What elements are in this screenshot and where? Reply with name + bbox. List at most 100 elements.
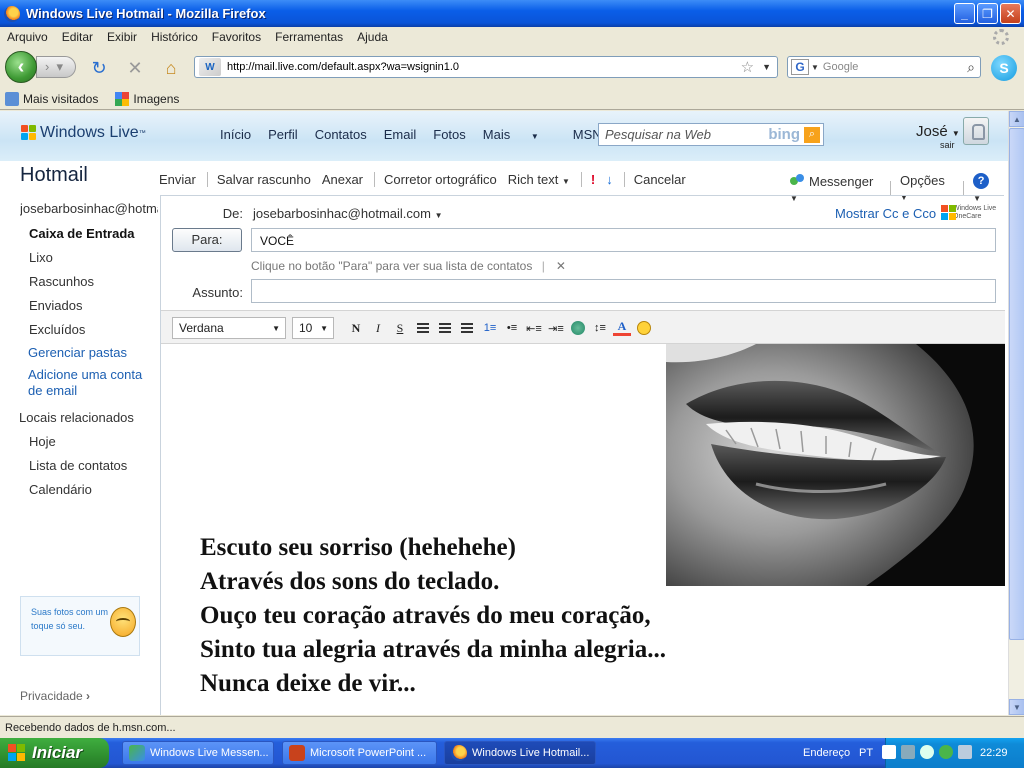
bookmark-star-icon[interactable]: ☆ [741, 58, 754, 76]
signout-link[interactable]: sair [940, 140, 955, 150]
hotmail-title[interactable]: Hotmail [20, 164, 88, 187]
save-draft-button[interactable]: Salvar rascunho [217, 172, 311, 187]
folder-rascunhos[interactable]: Rascunhos [29, 274, 94, 289]
search-go-icon[interactable]: ⌕ [804, 126, 820, 143]
account-email[interactable]: josebarbosinhac@hotmail.com [20, 201, 158, 216]
scroll-down-icon[interactable]: ▼ [1009, 699, 1024, 715]
task-powerpoint[interactable]: Microsoft PowerPoint ... [282, 741, 437, 765]
promo-banner[interactable]: Suas fotos com um toque só seu. [20, 596, 140, 656]
italic-button[interactable]: I [369, 320, 387, 336]
network-icon[interactable] [901, 745, 915, 759]
search-icon[interactable]: ⌕ [967, 59, 975, 76]
font-select[interactable]: Verdana ▼ [172, 317, 286, 339]
close-button[interactable]: ✕ [1000, 3, 1021, 24]
folder-lixo[interactable]: Lixo [29, 250, 53, 265]
back-button[interactable]: ‹ [5, 51, 37, 83]
related-calendar[interactable]: Calendário [29, 482, 92, 497]
site-identity-icon[interactable]: W [199, 58, 221, 76]
size-select[interactable]: 10 ▼ [292, 317, 334, 339]
stop-icon[interactable]: ✕ [124, 57, 146, 79]
user-menu[interactable]: José ▼ sair [916, 123, 960, 150]
nav-fotos[interactable]: Fotos [433, 127, 466, 142]
minimize-button[interactable]: _ [954, 3, 975, 24]
user-name[interactable]: José [916, 123, 948, 140]
search-input[interactable]: Google [823, 61, 967, 73]
scroll-up-icon[interactable]: ▲ [1009, 111, 1024, 127]
menu-historico[interactable]: Histórico [151, 30, 198, 44]
home-icon[interactable]: ⌂ [160, 57, 182, 79]
to-field[interactable]: VOCÊ [251, 228, 996, 252]
spellcheck-button[interactable]: Corretor ortográfico [384, 172, 497, 187]
bookmark-mais-visitados[interactable]: Mais visitados [5, 91, 98, 106]
send-button[interactable]: Enviar [159, 172, 196, 187]
line-height-icon[interactable]: ↕≡ [591, 320, 609, 336]
privacy-link[interactable]: Privacidade › [20, 689, 90, 703]
cancel-button[interactable]: Cancelar [634, 172, 686, 187]
bookmark-imagens[interactable]: Imagens [115, 91, 179, 106]
forward-button[interactable]: › ▾ [36, 56, 76, 78]
high-priority-icon[interactable]: ! [591, 172, 595, 187]
align-center-icon[interactable] [436, 320, 454, 336]
menu-arquivo[interactable]: Arquivo [7, 30, 48, 44]
nav-contatos[interactable]: Contatos [315, 127, 367, 142]
web-search-input[interactable]: Pesquisar na Web [599, 127, 768, 142]
address-toolbar[interactable]: Endereço [803, 747, 850, 759]
emoticon-icon[interactable] [635, 320, 653, 336]
chevron-left-icon[interactable] [920, 745, 934, 759]
maximize-button[interactable]: ❐ [977, 3, 998, 24]
url-bar[interactable]: W http://mail.live.com/default.aspx?wa=w… [194, 56, 778, 78]
rich-text-dropdown[interactable]: Rich text ▼ [508, 172, 570, 187]
nav-perfil[interactable]: Perfil [268, 127, 298, 142]
attach-button[interactable]: Anexar [322, 172, 363, 187]
message-body[interactable]: Escuto seu sorriso (hehehehe) Através do… [161, 344, 1005, 715]
volume-icon[interactable] [958, 745, 972, 759]
close-icon[interactable]: ✕ [556, 259, 566, 273]
help-icon[interactable] [882, 745, 896, 759]
indent-icon[interactable]: ⇥≡ [547, 320, 565, 336]
menu-ferramentas[interactable]: Ferramentas [275, 30, 343, 44]
reload-icon[interactable]: ↻ [88, 57, 110, 79]
scroll-thumb[interactable] [1009, 128, 1024, 640]
related-hoje[interactable]: Hoje [29, 434, 56, 449]
url-dropdown-icon[interactable]: ▼ [762, 62, 771, 72]
avatar[interactable] [963, 117, 989, 145]
search-bar[interactable]: G ▼ Google ⌕ [787, 56, 981, 78]
menu-favoritos[interactable]: Favoritos [212, 30, 261, 44]
menu-exibir[interactable]: Exibir [107, 30, 137, 44]
windows-live-logo[interactable]: Windows Live ™ [21, 124, 146, 142]
skype-icon[interactable]: S [991, 55, 1017, 81]
vertical-scrollbar[interactable]: ▲ ▼ [1008, 111, 1024, 715]
folder-excluidos[interactable]: Excluídos [29, 322, 85, 337]
font-color-icon[interactable]: A [613, 319, 631, 336]
task-messenger[interactable]: Windows Live Messen... [122, 741, 274, 765]
menu-editar[interactable]: Editar [62, 30, 93, 44]
google-engine-icon[interactable]: G [791, 59, 809, 75]
start-button[interactable]: Iniciar [0, 738, 109, 768]
bold-button[interactable]: N [347, 320, 365, 336]
folder-enviados[interactable]: Enviados [29, 298, 82, 313]
low-priority-icon[interactable]: ↓ [606, 172, 613, 187]
url-text[interactable]: http://mail.live.com/default.aspx?wa=wsi… [227, 61, 741, 73]
engine-dropdown-icon[interactable]: ▼ [811, 63, 819, 72]
message-poem[interactable]: Escuto seu sorriso (hehehehe) Através do… [200, 531, 666, 701]
related-contacts[interactable]: Lista de contatos [29, 458, 127, 473]
link-icon[interactable] [569, 320, 587, 336]
underline-button[interactable]: S [391, 320, 409, 336]
nav-inicio[interactable]: Início [220, 127, 251, 142]
subject-field[interactable] [251, 279, 996, 303]
language-indicator[interactable]: PT [859, 747, 873, 759]
manage-folders-link[interactable]: Gerenciar pastas [28, 345, 153, 361]
nav-email[interactable]: Email [384, 127, 417, 142]
messenger-tray-icon[interactable] [939, 745, 953, 759]
web-search-box[interactable]: Pesquisar na Web bing ⌕ [598, 123, 824, 146]
add-account-link[interactable]: Adicione uma conta de email [28, 367, 153, 399]
show-cc-link[interactable]: Mostrar Cc e Cco [835, 206, 936, 221]
to-button[interactable]: Para: [172, 228, 242, 252]
task-hotmail[interactable]: Windows Live Hotmail... [444, 741, 596, 765]
outdent-icon[interactable]: ⇤≡ [525, 320, 543, 336]
nav-mais[interactable]: Mais ▼ [483, 127, 556, 142]
menu-ajuda[interactable]: Ajuda [357, 30, 388, 44]
align-right-icon[interactable] [458, 320, 476, 336]
from-select[interactable]: josebarbosinhac@hotmail.com ▼ [253, 206, 443, 221]
bullet-list-icon[interactable]: •≡ [503, 320, 521, 336]
